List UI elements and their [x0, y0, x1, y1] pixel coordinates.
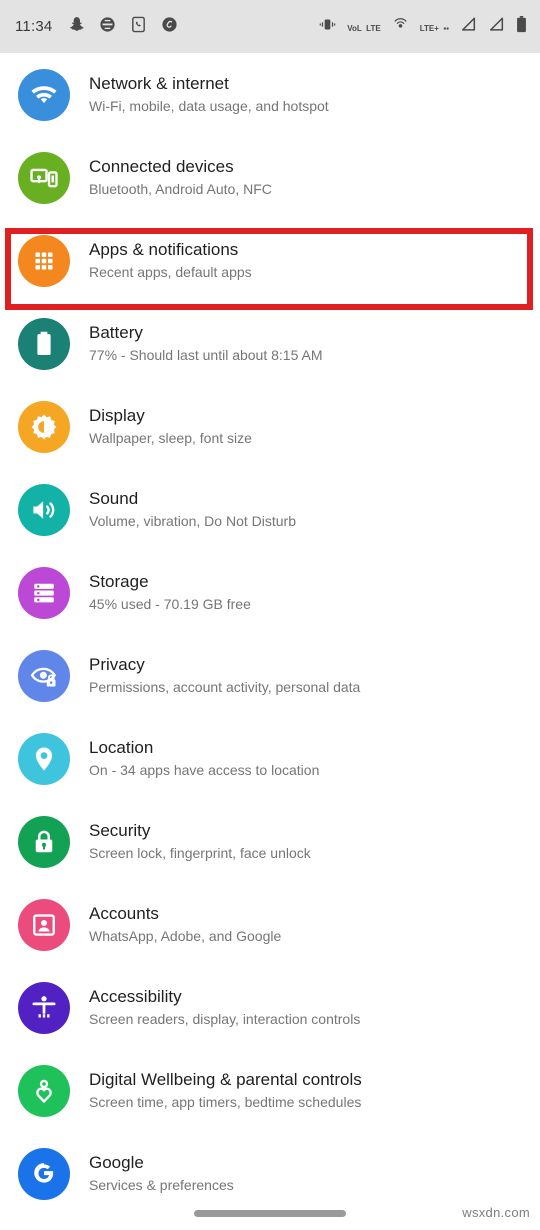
status-bar-notification-icons	[68, 16, 178, 38]
settings-row-connected-devices[interactable]: Connected devices Bluetooth, Android Aut…	[0, 136, 540, 219]
accessibility-icon	[18, 981, 70, 1034]
account-card-icon	[18, 898, 70, 951]
settings-row-text: Apps & notifications Recent apps, defaul…	[89, 239, 252, 282]
settings-row-text: Privacy Permissions, account activity, p…	[89, 654, 360, 697]
settings-row-privacy[interactable]: Privacy Permissions, account activity, p…	[0, 634, 540, 717]
settings-row-text: Accounts WhatsApp, Adobe, and Google	[89, 903, 281, 946]
settings-row-subtitle: WhatsApp, Adobe, and Google	[89, 928, 282, 944]
apps-grid-icon	[18, 234, 70, 287]
settings-row-sound[interactable]: Sound Volume, vibration, Do Not Disturb	[0, 468, 540, 551]
settings-row-storage[interactable]: Storage 45% used - 70.19 GB free	[0, 551, 540, 634]
settings-row-text: Network & internet Wi-Fi, mobile, data u…	[89, 73, 329, 116]
settings-row-title: Apps & notifications	[89, 240, 239, 259]
settings-row-title: Display	[89, 406, 145, 425]
snapchat-icon	[68, 16, 85, 38]
settings-row-google[interactable]: Google Services & preferences	[0, 1132, 540, 1215]
settings-row-subtitle: Bluetooth, Android Auto, NFC	[89, 181, 272, 197]
volte-icon: VoL LTE	[347, 18, 380, 36]
eye-lock-icon	[18, 649, 70, 702]
settings-row-text: Sound Volume, vibration, Do Not Disturb	[89, 488, 296, 531]
settings-row-apps-notifications[interactable]: Apps & notifications Recent apps, defaul…	[0, 219, 540, 302]
settings-row-text: Battery 77% - Should last until about 8:…	[89, 322, 322, 365]
settings-row-subtitle: Screen readers, display, interaction con…	[89, 1011, 361, 1027]
settings-row-title: Google	[89, 1153, 144, 1172]
settings-row-title: Connected devices	[89, 157, 234, 176]
print-icon	[99, 16, 116, 38]
settings-row-subtitle: Recent apps, default apps	[89, 264, 252, 280]
settings-row-text: Accessibility Screen readers, display, i…	[89, 986, 360, 1029]
battery-icon	[18, 317, 70, 370]
settings-row-digital-wellbeing[interactable]: Digital Wellbeing & parental controls Sc…	[0, 1049, 540, 1132]
speaker-icon	[18, 483, 70, 536]
settings-row-title: Accounts	[89, 904, 159, 923]
brightness-icon	[18, 400, 70, 453]
signal-sim1-icon	[460, 17, 477, 37]
status-bar-clock: 11:34	[15, 18, 53, 35]
settings-row-text: Display Wallpaper, sleep, font size	[89, 405, 252, 448]
phone-screen: 11:34 VoL LTE LTE+ ▪▪ Network & internet…	[0, 0, 540, 1230]
settings-row-title: Storage	[89, 572, 149, 591]
settings-row-subtitle: 77% - Should last until about 8:15 AM	[89, 347, 323, 363]
lte-dots: ▪▪	[443, 23, 449, 33]
settings-row-text: Location On - 34 apps have access to loc…	[89, 737, 319, 780]
settings-row-subtitle: Wallpaper, sleep, font size	[89, 430, 252, 446]
settings-row-title: Location	[89, 738, 154, 757]
settings-row-title: Digital Wellbeing & parental controls	[89, 1070, 362, 1089]
settings-row-title: Privacy	[89, 655, 145, 674]
wellbeing-heart-icon	[18, 1064, 70, 1117]
phone-call-icon	[130, 16, 147, 38]
lte-label: LTE+	[419, 23, 439, 33]
settings-row-network-internet[interactable]: Network & internet Wi-Fi, mobile, data u…	[0, 53, 540, 136]
settings-row-subtitle: Screen lock, fingerprint, face unlock	[89, 845, 311, 861]
settings-row-subtitle: Permissions, account activity, personal …	[89, 679, 361, 695]
hotspot-icon	[392, 17, 409, 37]
settings-row-title: Security	[89, 821, 151, 840]
settings-row-battery[interactable]: Battery 77% - Should last until about 8:…	[0, 302, 540, 385]
storage-icon	[18, 566, 70, 619]
settings-row-subtitle: Screen time, app timers, bedtime schedul…	[89, 1094, 362, 1110]
settings-row-display[interactable]: Display Wallpaper, sleep, font size	[0, 385, 540, 468]
volte-bottom-label: LTE	[366, 23, 381, 33]
gesture-handle[interactable]	[194, 1210, 346, 1217]
settings-list: Network & internet Wi-Fi, mobile, data u…	[0, 53, 540, 1215]
settings-row-subtitle: Wi-Fi, mobile, data usage, and hotspot	[89, 98, 329, 114]
settings-row-accessibility[interactable]: Accessibility Screen readers, display, i…	[0, 966, 540, 1049]
lock-icon	[18, 815, 70, 868]
devices-icon	[18, 151, 70, 204]
status-bar: 11:34 VoL LTE LTE+ ▪▪	[0, 0, 540, 53]
wifi-icon	[18, 68, 70, 121]
google-g-icon	[18, 1147, 70, 1200]
settings-row-accounts[interactable]: Accounts WhatsApp, Adobe, and Google	[0, 883, 540, 966]
status-bar-system-icons: VoL LTE LTE+ ▪▪	[319, 15, 527, 38]
settings-row-location[interactable]: Location On - 34 apps have access to loc…	[0, 717, 540, 800]
settings-row-text: Digital Wellbeing & parental controls Sc…	[89, 1069, 362, 1112]
signal-sim2-icon	[488, 17, 505, 37]
settings-row-title: Sound	[89, 489, 139, 508]
lte-plus-icon: LTE+ ▪▪	[420, 18, 449, 36]
settings-row-subtitle: 45% used - 70.19 GB free	[89, 596, 251, 612]
watermark: wsxdn.com	[462, 1205, 530, 1220]
settings-row-security[interactable]: Security Screen lock, fingerprint, face …	[0, 800, 540, 883]
location-pin-icon	[18, 732, 70, 785]
settings-row-text: Google Services & preferences	[89, 1152, 234, 1195]
settings-row-text: Security Screen lock, fingerprint, face …	[89, 820, 311, 863]
settings-row-title: Network & internet	[89, 74, 229, 93]
vibrate-icon	[319, 17, 336, 37]
settings-row-text: Storage 45% used - 70.19 GB free	[89, 571, 251, 614]
battery-icon	[516, 15, 527, 38]
settings-row-text: Connected devices Bluetooth, Android Aut…	[89, 156, 272, 199]
settings-row-title: Accessibility	[89, 987, 182, 1006]
settings-row-subtitle: Services & preferences	[89, 1177, 234, 1193]
shazam-icon	[161, 16, 178, 38]
settings-row-subtitle: Volume, vibration, Do Not Disturb	[89, 513, 296, 529]
settings-row-title: Battery	[89, 323, 143, 342]
volte-top-label: VoL	[347, 23, 362, 33]
settings-row-subtitle: On - 34 apps have access to location	[89, 762, 320, 778]
